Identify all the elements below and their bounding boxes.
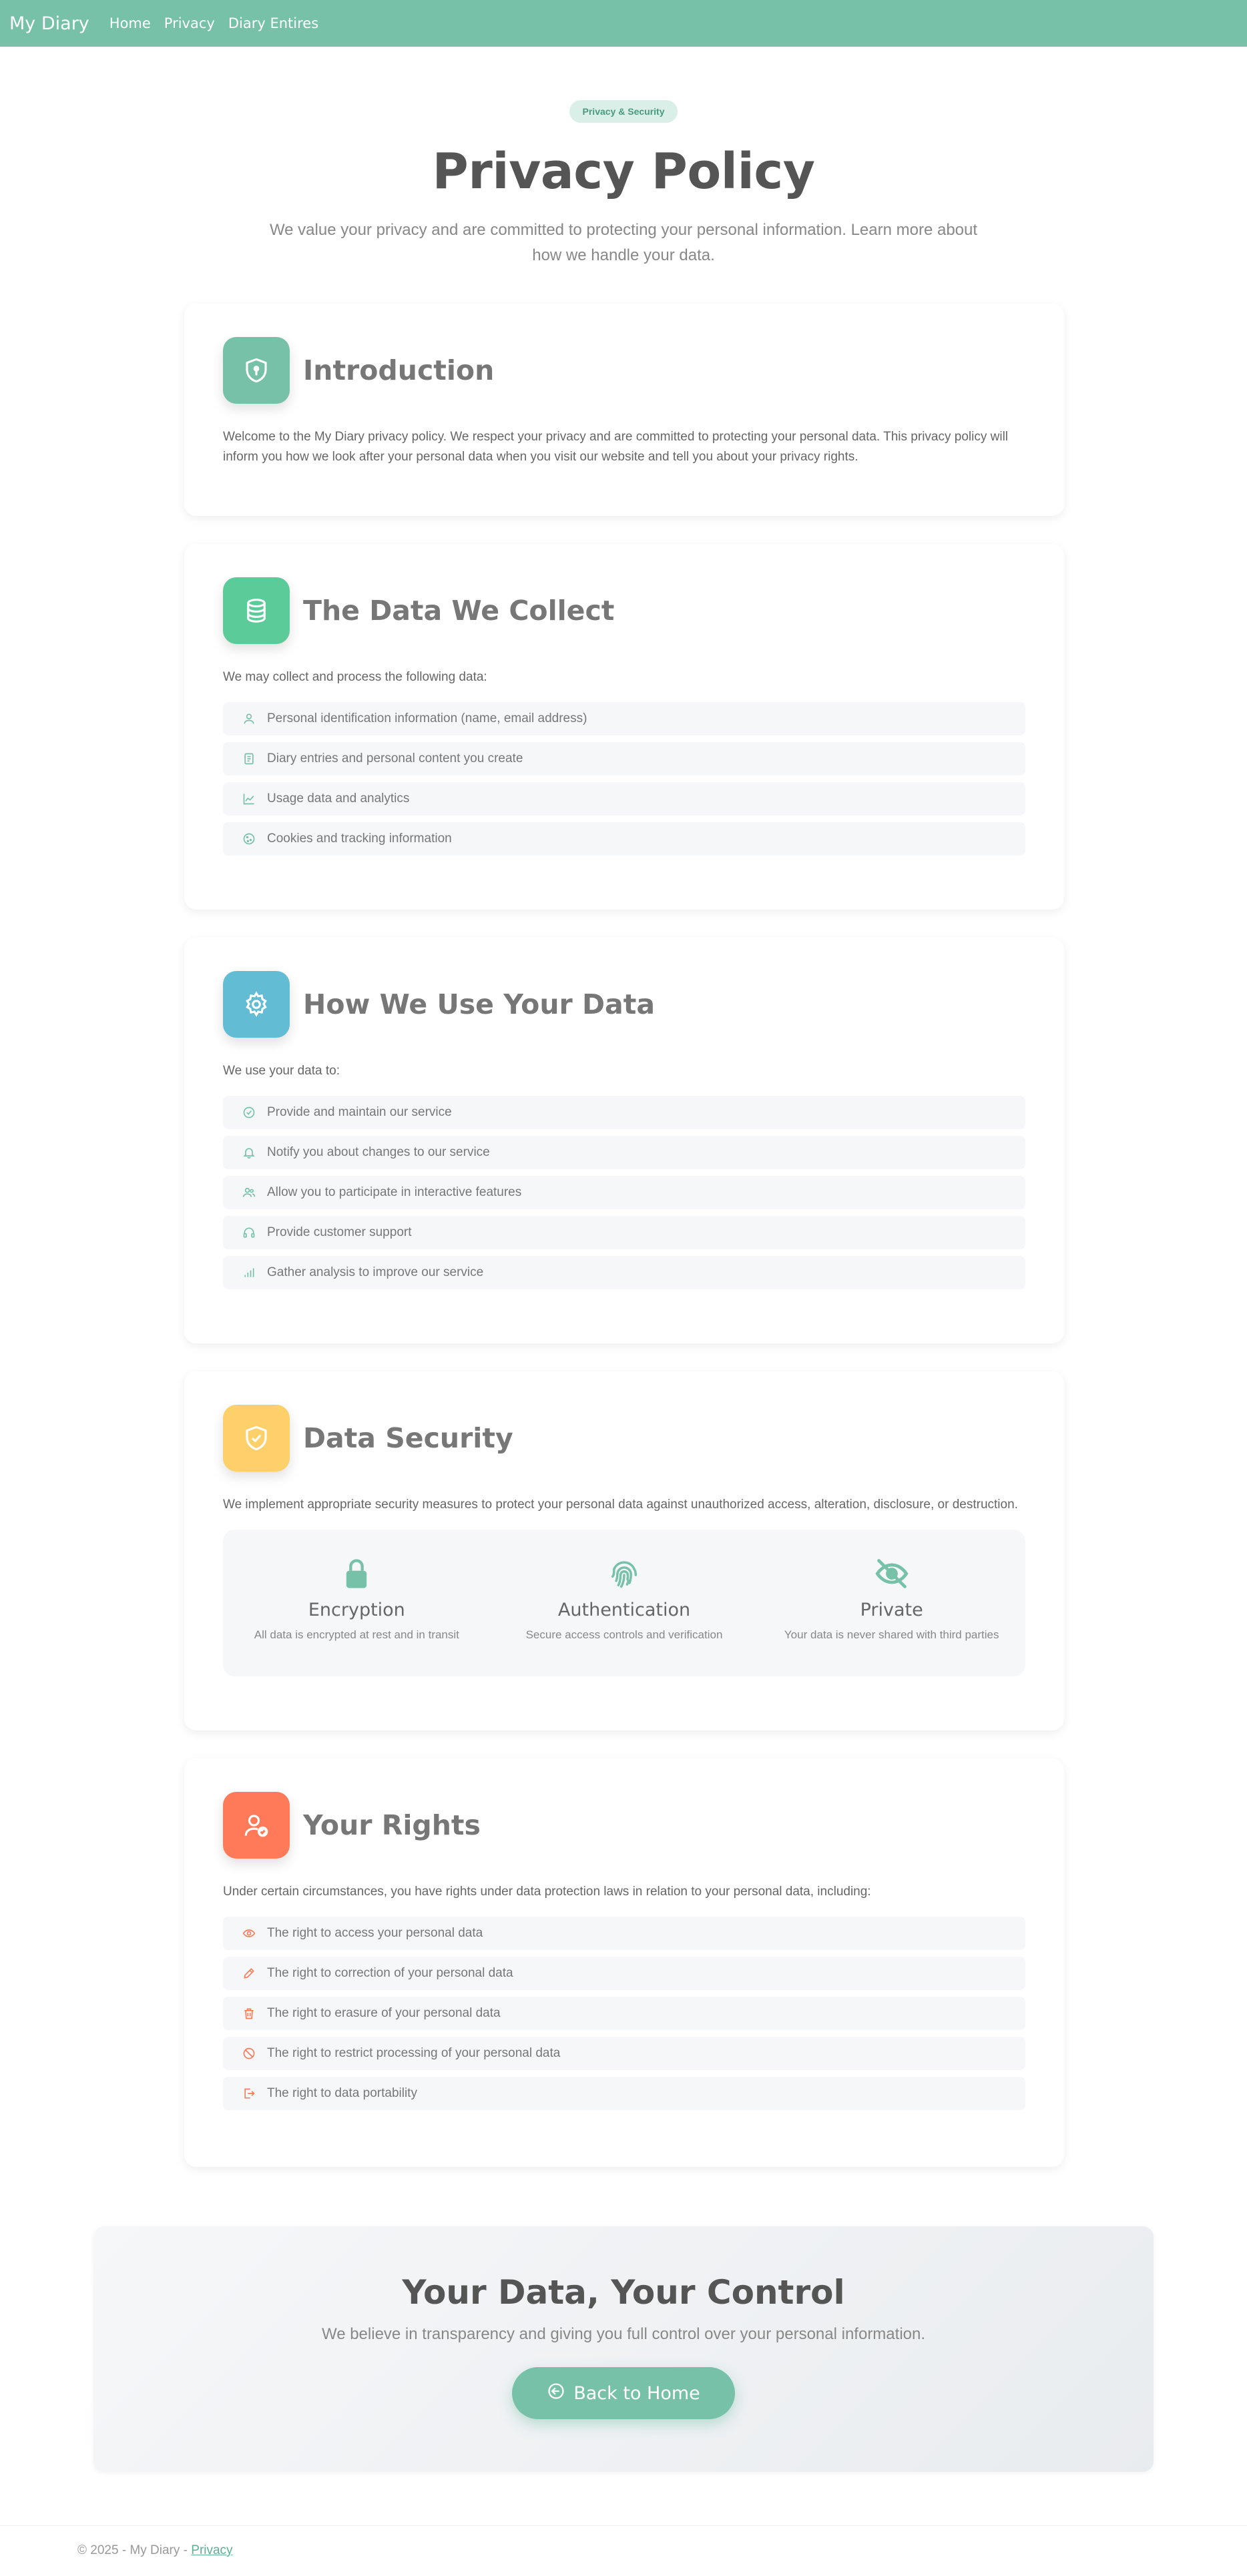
footer-copyright: © 2025 - My Diary - [77,2543,192,2557]
security-feature-encryption: Encryption All data is encrypted at rest… [223,1530,491,1676]
fingerprint-icon [607,1561,642,1594]
hero: Privacy & Security Privacy Policy We val… [0,100,1247,268]
list-item-label: The right to restrict processing of your… [267,2046,561,2060]
list-item-label: The right to correction of your personal… [267,1966,513,1980]
list-item: Provide and maintain our service [223,1096,1025,1129]
document-icon [242,751,256,766]
list-item-label: The right to erasure of your personal da… [267,2006,501,2020]
navbar: My Diary Home Privacy Diary Entires [0,0,1247,47]
pencil-icon [242,1966,256,1981]
list-item: Personal identification information (nam… [223,702,1025,735]
data-security-text: We implement appropriate security measur… [223,1498,1018,1512]
check-circle-icon [242,1105,256,1120]
your-rights-card: Your Rights Under certain circumstances,… [184,1758,1064,2167]
database-icon [223,577,290,644]
list-item: The right to access your personal data [223,1917,1025,1950]
data-security-card: Data Security We implement appropriate s… [184,1371,1064,1730]
page-title: Privacy Policy [432,143,815,200]
cookie-icon [242,832,256,846]
bar-chart-icon [242,1265,256,1280]
ban-icon [242,2046,256,2061]
introduction-title: Introduction [303,354,495,386]
brand-link[interactable]: My Diary [9,13,89,34]
list-item-label: Allow you to participate in interactive … [267,1185,522,1199]
feature-title: Encryption [308,1600,405,1620]
list-item-label: Usage data and analytics [267,791,410,806]
introduction-text: Welcome to the My Diary privacy policy. … [223,430,1009,464]
headset-icon [242,1225,256,1240]
feature-title: Private [860,1600,923,1620]
data-use-card: How We Use Your Data We use your data to… [184,938,1064,1343]
back-to-home-label: Back to Home [573,2382,700,2404]
feature-desc: Secure access controls and verification [525,1628,723,1641]
feature-title: Authentication [557,1600,691,1620]
list-item-label: The right to data portability [267,2086,417,2100]
user-icon [242,711,256,726]
list-item-label: Provide and maintain our service [267,1105,452,1119]
export-icon [242,2086,256,2101]
data-collect-card: The Data We Collect We may collect and p… [184,544,1064,910]
list-item: Allow you to participate in interactive … [223,1176,1025,1209]
list-item: The right to erasure of your personal da… [223,1997,1025,2030]
list-item: Provide customer support [223,1216,1025,1249]
gear-icon [223,971,290,1038]
data-collect-intro: We may collect and process the following… [223,670,487,684]
nav-link-diary-entries[interactable]: Diary Entires [228,15,318,31]
list-item-label: The right to access your personal data [267,1926,483,1940]
list-item-label: Diary entries and personal content you c… [267,751,523,765]
security-feature-authentication: Authentication Secure access controls an… [491,1530,758,1676]
shield-icon [223,337,290,404]
users-icon [242,1185,256,1200]
chart-icon [242,791,256,806]
list-item: The right to correction of your personal… [223,1957,1025,1990]
nav-link-home[interactable]: Home [109,15,151,31]
lock-icon [339,1559,374,1594]
arrow-left-circle-icon [547,2382,573,2405]
footer-privacy-link[interactable]: Privacy [191,2543,232,2557]
list-item: Gather analysis to improve our service [223,1256,1025,1289]
list-item: Usage data and analytics [223,782,1025,816]
data-security-title: Data Security [303,1422,513,1454]
list-item: Notify you about changes to our service [223,1136,1025,1169]
eye-icon [242,1926,256,1941]
list-item: Cookies and tracking information [223,822,1025,856]
eye-slash-icon [875,1559,909,1594]
cta-section: Your Data, Your Control We believe in tr… [93,2226,1154,2472]
list-item-label: Cookies and tracking information [267,832,452,846]
list-item: The right to restrict processing of your… [223,2037,1025,2070]
feature-desc: All data is encrypted at rest and in tra… [254,1628,459,1641]
hero-badge: Privacy & Security [569,100,678,123]
list-item-label: Provide customer support [267,1225,412,1239]
cta-subtitle: We believe in transparency and giving yo… [321,2325,926,2343]
list-item-label: Gather analysis to improve our service [267,1265,484,1279]
list-item: Diary entries and personal content you c… [223,742,1025,775]
data-collect-title: The Data We Collect [303,595,615,627]
list-item-label: Personal identification information (nam… [267,711,587,725]
nav-link-privacy[interactable]: Privacy [164,15,215,31]
bell-icon [242,1145,256,1160]
shield-check-icon [223,1405,290,1472]
back-to-home-button[interactable]: Back to Home [512,2367,735,2419]
your-rights-title: Your Rights [303,1809,481,1841]
security-feature-private: Private Your data is never shared with t… [758,1530,1025,1676]
data-use-intro: We use your data to: [223,1064,340,1078]
introduction-card: Introduction Welcome to the My Diary pri… [184,304,1064,516]
page-subtitle: We value your privacy and are committed … [269,221,978,264]
your-rights-intro: Under certain circumstances, you have ri… [223,1885,871,1899]
feature-desc: Your data is never shared with third par… [784,1628,999,1641]
cta-title: Your Data, Your Control [402,2273,845,2312]
security-features: Encryption All data is encrypted at rest… [223,1530,1025,1676]
user-check-icon [223,1792,290,1859]
data-use-title: How We Use Your Data [303,988,655,1020]
list-item-label: Notify you about changes to our service [267,1145,490,1159]
trash-icon [242,2006,256,2021]
footer: © 2025 - My Diary - Privacy [0,2525,1247,2558]
list-item: The right to data portability [223,2077,1025,2110]
